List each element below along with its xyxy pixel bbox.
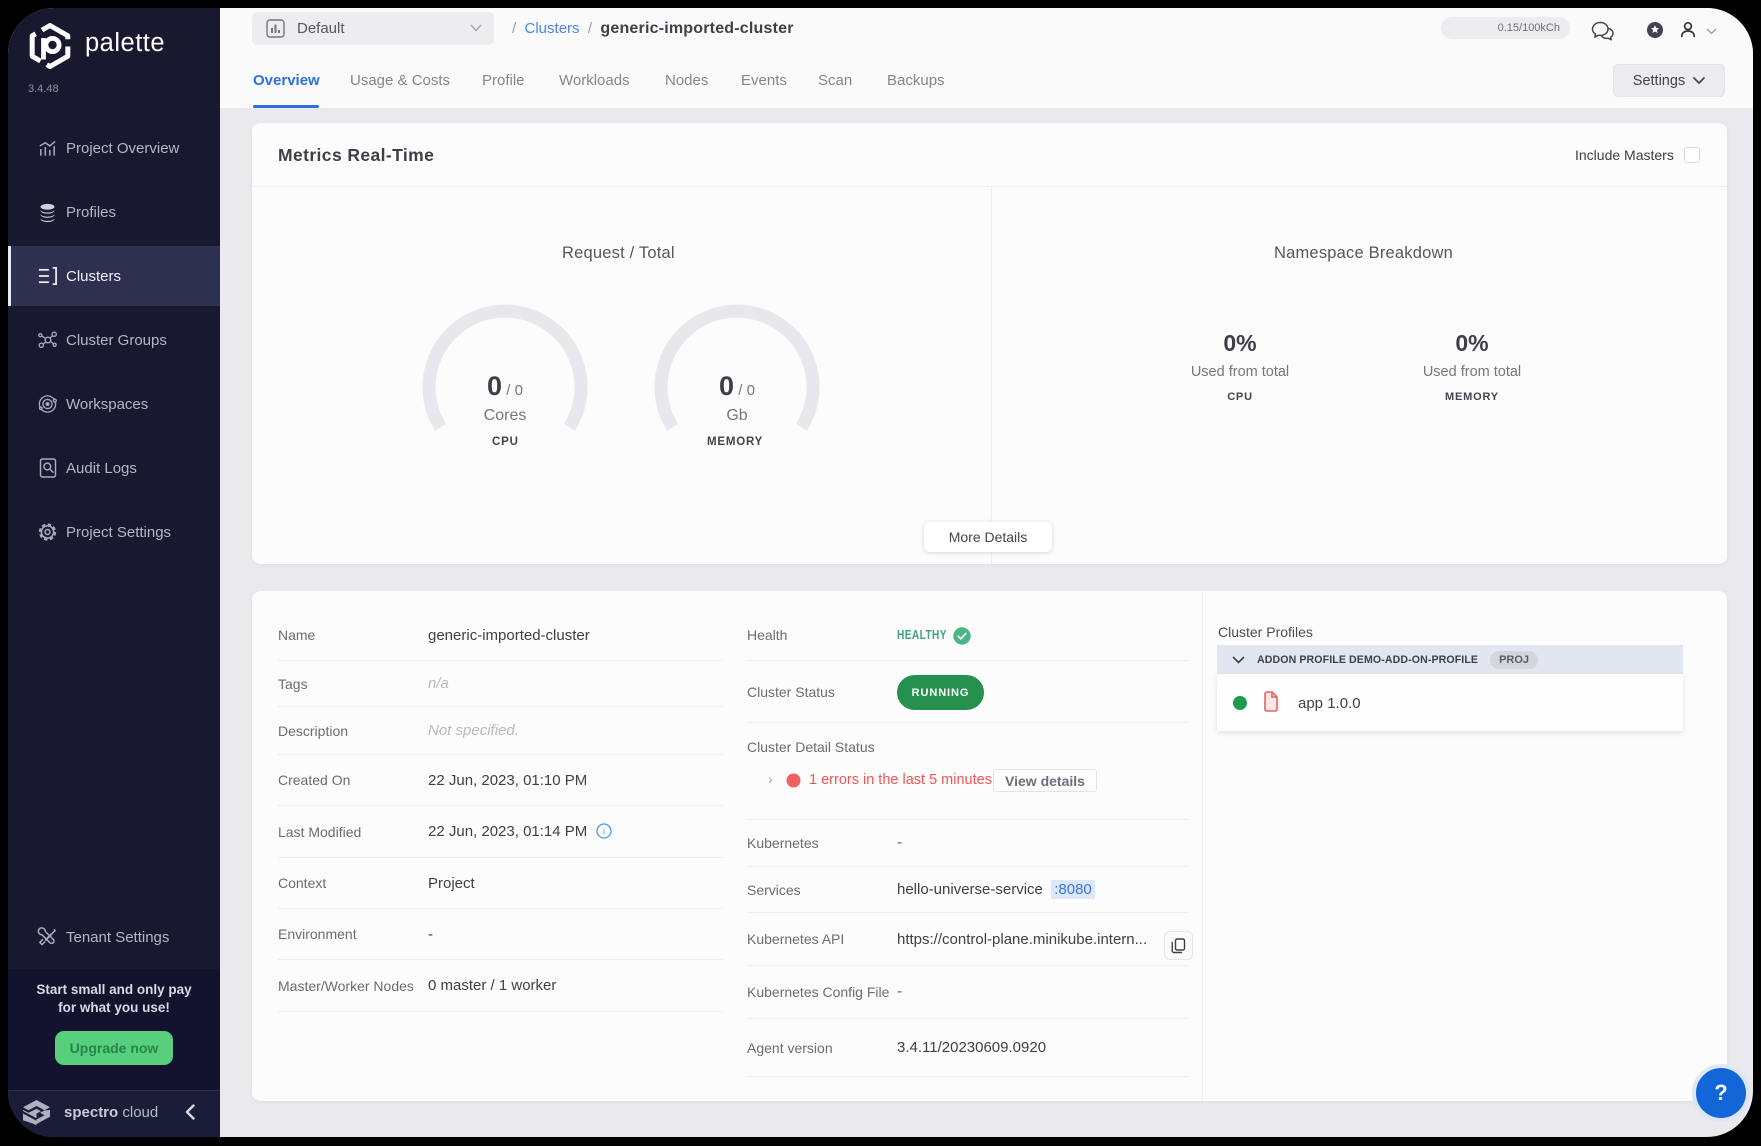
svg-text:i: i	[603, 826, 605, 836]
